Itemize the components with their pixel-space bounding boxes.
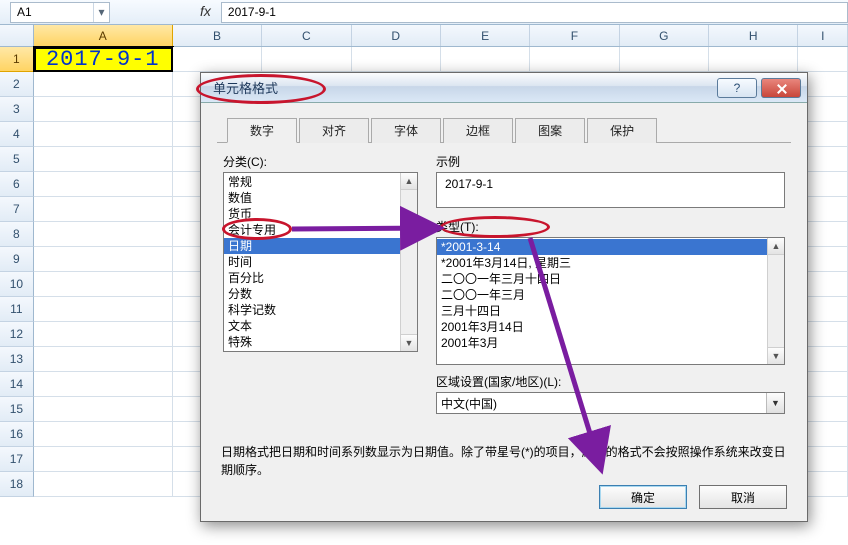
annotation-arrows bbox=[0, 0, 848, 544]
